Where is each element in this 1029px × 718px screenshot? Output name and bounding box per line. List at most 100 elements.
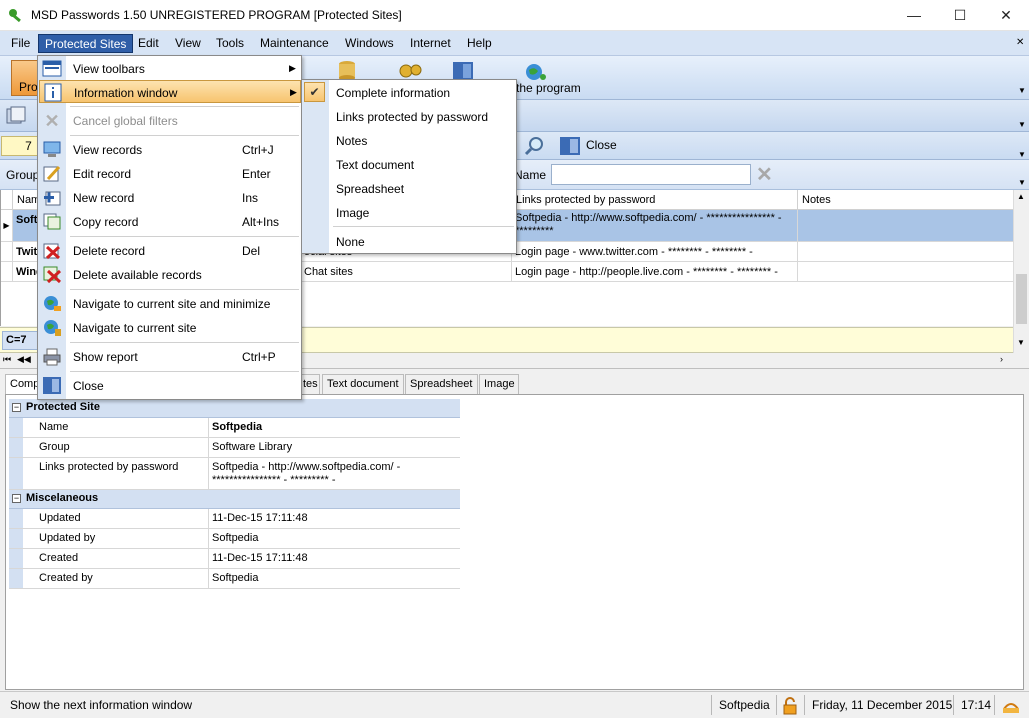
copy-record-icon [43,213,61,230]
records-icon[interactable] [5,106,27,126]
scroll-right-icon[interactable]: › [1000,354,1003,364]
menu-edit[interactable]: Edit [132,34,165,53]
menu-item-close[interactable]: Close [39,374,301,397]
delete-record-icon [43,243,61,260]
toolbar2-overflow-icon[interactable]: ▼ [1018,120,1026,129]
menu-item-label: Navigate to current site [73,321,197,335]
find-icon[interactable] [524,136,544,156]
info-row: Created by Softpedia [9,569,460,589]
submenu-item-label: Image [336,206,370,220]
menu-item-copy-record[interactable]: Copy record Alt+Ins [39,210,301,233]
collapse-icon[interactable]: − [12,403,21,412]
submenu-item-label: Text document [336,158,415,172]
menubar-close-icon[interactable]: ✕ [1016,37,1024,48]
first-record-icon[interactable]: ⏮ [3,354,11,365]
section-miscelaneous[interactable]: − Miscelaneous [9,490,460,509]
info-value: 11-Dec-15 17:11:48 [212,552,308,564]
cell-links[interactable]: Login page - http://people.live.com - **… [512,262,798,282]
menu-item-show-report[interactable]: Show report Ctrl+P [39,345,301,368]
submenu-item-links-protected[interactable]: Links protected by password [303,105,516,128]
submenu-arrow-icon: ▶ [290,87,297,97]
info-row: Group Software Library [9,438,460,458]
submenu-item-complete-information[interactable]: ✔ Complete information [303,81,516,104]
grid-vertical-scrollbar[interactable]: ▲ ▼ [1013,190,1029,354]
close-toolbar-button[interactable]: Close [586,138,617,152]
menu-item-shortcut: Alt+Ins [242,215,280,229]
menu-maintenance[interactable]: Maintenance [254,34,335,53]
menu-item-information-window[interactable]: Information window ▶ [39,80,301,103]
menu-item-cancel-global-filters[interactable]: ✕ Cancel global filters [39,109,301,132]
tab-text-document[interactable]: Text document [322,374,404,394]
maximize-button[interactable]: ☐ [937,0,983,31]
submenu-item-label: Notes [336,134,368,148]
submenu-item-label: Complete information [336,86,451,100]
menu-item-label: View records [73,143,143,157]
cell-notes[interactable] [798,242,1014,262]
info-key: Group [23,438,209,457]
globe-about-icon[interactable] [524,62,548,82]
submenu-item-spreadsheet[interactable]: Spreadsheet [303,177,516,200]
collapse-icon[interactable]: − [12,494,21,503]
info-key: Updated [23,509,209,528]
menu-item-view-toolbars[interactable]: View toolbars ▶ [39,57,301,80]
about-program-label[interactable]: the program [516,81,581,95]
menu-item-label: Delete available records [73,268,202,282]
menu-protected-sites[interactable]: Protected Sites [38,34,134,53]
clear-filter-icon[interactable]: ✕ [756,162,773,187]
cell-notes[interactable] [798,262,1014,282]
menu-item-delete-available-records[interactable]: Delete available records [39,263,301,286]
filterbar-overflow-icon[interactable]: ▼ [1018,178,1026,187]
menu-item-shortcut: Enter [242,167,271,181]
keyboard-layout-icon[interactable] [1001,697,1021,715]
close-door-icon[interactable] [559,136,581,156]
section-protected-site[interactable]: − Protected Site [9,399,460,418]
menu-item-navigate-and-minimize[interactable]: Navigate to current site and minimize [39,292,301,315]
navigate-icon [44,320,61,336]
column-header-notes[interactable]: Notes [798,190,1014,210]
tab-spreadsheet[interactable]: Spreadsheet [405,374,478,394]
toolbar-overflow-icon[interactable]: ▼ [1018,86,1026,95]
scroll-thumb[interactable] [1016,274,1027,324]
cell-links[interactable]: Softpedia - http://www.softpedia.com/ - … [512,210,798,242]
menu-file[interactable]: File [5,34,36,53]
column-header-links[interactable]: Links protected by password [512,190,798,210]
submenu-item-image[interactable]: Image [303,201,516,224]
windows-icon[interactable] [452,61,474,81]
toolbar3-overflow-icon[interactable]: ▼ [1018,150,1026,159]
view-records-icon [43,141,61,157]
submenu-item-notes[interactable]: Notes [303,129,516,152]
cell-notes[interactable] [798,210,1014,242]
submenu-item-text-document[interactable]: Text document [303,153,516,176]
record-count-summary: C=7 [2,331,42,350]
menu-item-delete-record[interactable]: Delete record Del [39,239,301,262]
menu-item-edit-record[interactable]: Edit record Enter [39,162,301,185]
name-filter-label: Name [514,168,547,182]
tab-complete[interactable]: Comp [5,374,39,395]
submenu-item-none[interactable]: None [303,230,516,253]
menu-help[interactable]: Help [461,34,498,53]
submenu-arrow-icon: ▶ [289,63,296,73]
previous-page-icon[interactable]: ◀◀ [17,354,31,365]
menu-tools[interactable]: Tools [210,34,250,53]
tab-image[interactable]: Image [479,374,519,394]
menu-item-shortcut: Ctrl+J [242,143,274,157]
close-window-button[interactable]: ✕ [983,0,1029,31]
menu-internet[interactable]: Internet [404,34,457,53]
scroll-down-icon[interactable]: ▼ [1017,338,1025,347]
menu-windows[interactable]: Windows [339,34,400,53]
menu-item-label: Information window [74,86,178,100]
info-value: Softpedia [212,421,263,433]
menu-view[interactable]: View [169,34,207,53]
lock-icon[interactable] [782,697,798,715]
submenu-item-label: Links protected by password [336,110,489,124]
cell-links[interactable]: Login page - www.twitter.com - ******** … [512,242,798,262]
menu-item-new-record[interactable]: New record Ins [39,186,301,209]
minimize-button[interactable]: — [891,0,937,31]
menu-item-navigate-to-current-site[interactable]: Navigate to current site [39,316,301,339]
cell-group[interactable]: Chat sites [301,262,512,282]
menu-item-view-records[interactable]: View records Ctrl+J [39,138,301,161]
menu-item-shortcut: Ins [242,191,259,205]
scroll-up-icon[interactable]: ▲ [1017,192,1025,201]
name-filter-input[interactable] [551,164,751,185]
gears-icon[interactable] [398,61,424,81]
